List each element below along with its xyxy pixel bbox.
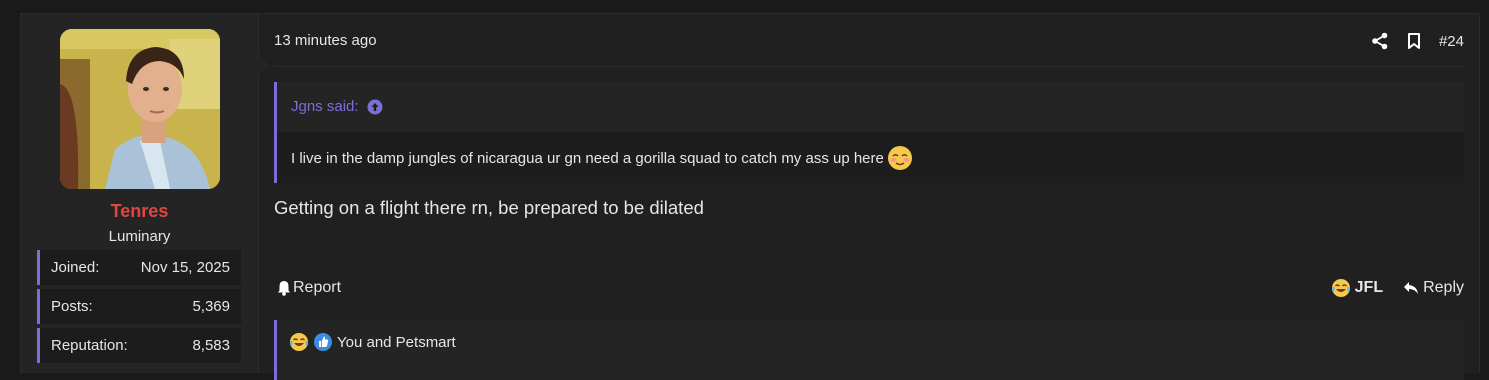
post-header-actions: #24 bbox=[1371, 30, 1464, 52]
reactions-text: You and Petsmart bbox=[337, 333, 456, 351]
post-number-link[interactable]: #24 bbox=[1439, 33, 1464, 50]
post-message: Tenres Luminary Joined: Nov 15, 2025 Pos… bbox=[20, 13, 1480, 380]
quote-header: Jgns said: bbox=[277, 82, 1464, 132]
stat-label: Reputation: bbox=[51, 337, 128, 354]
post-timestamp[interactable]: 13 minutes ago bbox=[274, 32, 377, 49]
stat-value: Nov 15, 2025 bbox=[140, 259, 230, 276]
reply-label: Reply bbox=[1423, 279, 1464, 296]
bookmark-icon[interactable] bbox=[1405, 32, 1423, 50]
reactions-bar[interactable]: You and Petsmart bbox=[274, 320, 1464, 380]
reaction-button[interactable]: JFL bbox=[1331, 278, 1383, 298]
reactions-summary[interactable]: You and Petsmart bbox=[289, 332, 456, 352]
stat-value: 8,583 bbox=[192, 337, 230, 354]
stat-label: Posts: bbox=[51, 298, 93, 315]
share-icon[interactable] bbox=[1371, 32, 1389, 50]
quote-text: I live in the damp jungles of nicaragua … bbox=[291, 149, 884, 167]
blushing-face-icon bbox=[887, 146, 912, 170]
stat-value: 5,369 bbox=[192, 298, 230, 315]
quote-body: I live in the damp jungles of nicaragua … bbox=[291, 145, 913, 171]
report-label: Report bbox=[293, 279, 342, 296]
user-info-panel: Tenres Luminary Joined: Nov 15, 2025 Pos… bbox=[21, 14, 269, 373]
stat-posts: Posts: 5,369 bbox=[37, 289, 241, 324]
header-divider bbox=[274, 66, 1464, 67]
stat-label: Joined: bbox=[51, 259, 100, 276]
quote-block: Jgns said: I live in the damp jungles of… bbox=[274, 82, 1464, 183]
avatar[interactable] bbox=[60, 29, 220, 189]
thumbs-up-icon bbox=[314, 333, 332, 351]
avatar-image bbox=[60, 29, 220, 189]
post-footer-actions: JFL Reply bbox=[1331, 278, 1464, 298]
post-content: 13 minutes ago #24 Jgns said: I live in … bbox=[274, 14, 1464, 380]
laughing-crying-face-icon bbox=[289, 333, 309, 351]
bell-icon bbox=[278, 281, 290, 296]
stat-joined: Joined: Nov 15, 2025 bbox=[37, 250, 241, 285]
quote-author: Jgns said: bbox=[291, 98, 359, 115]
laughing-crying-face-icon bbox=[1331, 279, 1350, 297]
quote-author-link[interactable]: Jgns said: bbox=[291, 98, 383, 115]
reply-arrow-icon bbox=[1404, 282, 1419, 294]
report-button[interactable]: Report bbox=[277, 279, 341, 297]
username[interactable]: Tenres bbox=[21, 201, 258, 222]
reply-button[interactable]: Reply bbox=[1403, 279, 1464, 297]
post-body: Getting on a flight there rn, be prepare… bbox=[274, 197, 704, 218]
reaction-label: JFL bbox=[1354, 279, 1384, 296]
arrow-up-circle-icon[interactable] bbox=[367, 99, 383, 115]
user-title: Luminary bbox=[108, 228, 171, 245]
